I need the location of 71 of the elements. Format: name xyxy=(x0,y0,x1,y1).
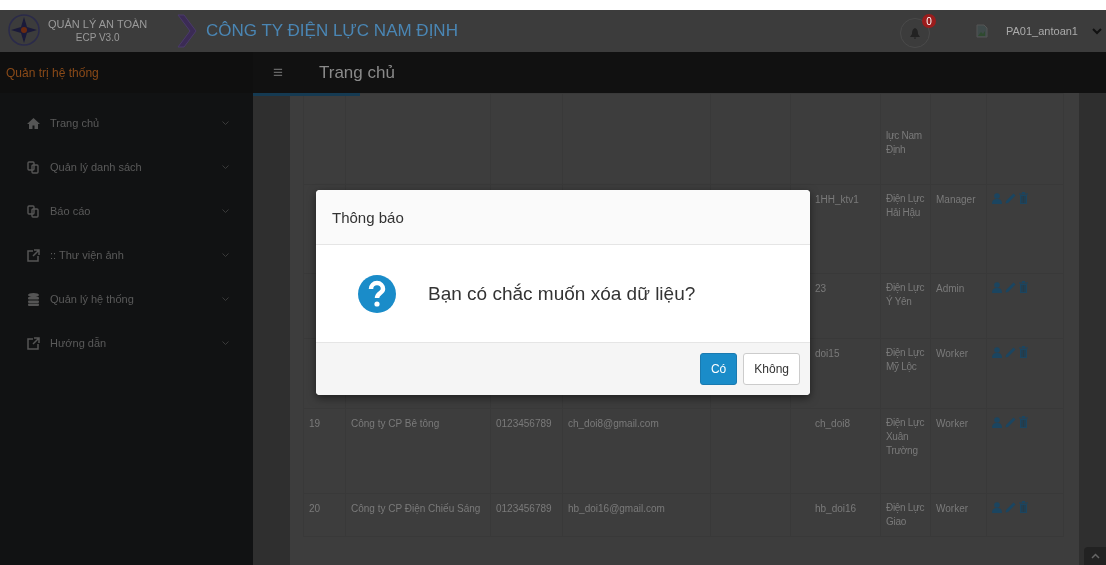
table-cell: Điện Lực Giao xyxy=(886,502,925,527)
edit-icon[interactable] xyxy=(1005,416,1016,428)
home-icon xyxy=(26,117,40,129)
chevron-icon xyxy=(176,13,198,49)
chevron-down-icon xyxy=(222,252,229,258)
user-icon[interactable] xyxy=(992,346,1002,358)
sidebar-item[interactable]: Quản lý danh sách xyxy=(0,145,253,189)
sidebar-item[interactable]: Quản lý hệ thống xyxy=(0,277,253,321)
user-icon[interactable] xyxy=(992,416,1002,428)
dialog-message: Bạn có chắc muốn xóa dữ liệu? xyxy=(428,282,696,305)
table-cell: hb_doi16 xyxy=(815,503,857,514)
dialog-title: Thông báo xyxy=(332,208,404,226)
user-icon[interactable] xyxy=(992,281,1002,293)
table-cell: 0123456789 xyxy=(496,418,552,429)
logo-icon xyxy=(6,13,42,49)
caret-icon[interactable] xyxy=(1092,27,1102,35)
user-icon[interactable] xyxy=(992,501,1002,513)
edit-icon[interactable] xyxy=(1005,501,1016,513)
edit-icon[interactable] xyxy=(1005,192,1016,204)
chevron-down-icon xyxy=(222,120,229,126)
app-version: ECP V3.0 xyxy=(75,31,120,44)
confirm-button[interactable]: Có xyxy=(699,353,738,385)
external-link-icon xyxy=(26,336,40,350)
chevron-down-icon xyxy=(222,164,229,170)
user-icon[interactable] xyxy=(992,192,1002,204)
table-cell: Worker xyxy=(936,418,969,429)
delete-icon[interactable] xyxy=(1019,501,1028,513)
page-title: Trang chủ xyxy=(318,62,395,83)
menu-toggle[interactable]: ≡ xyxy=(253,62,309,83)
username-label[interactable]: PA01_antoan1 xyxy=(1006,25,1078,37)
table-cell: Điện Lực Mỹ Lộc xyxy=(886,347,925,372)
company-title: CÔNG TY ĐIỆN LỰC NAM ĐỊNH xyxy=(206,21,458,41)
table-cell: Điện Lực Xuân Trường xyxy=(886,417,925,456)
table-cell: Điện Lực Hải Hậu xyxy=(886,193,925,218)
chevron-down-icon xyxy=(222,340,229,346)
scroll-top-button[interactable] xyxy=(1084,547,1106,565)
delete-icon[interactable] xyxy=(1019,281,1028,293)
sidebar-title: Quản trị hệ thống xyxy=(6,65,99,80)
table-cell: 23 xyxy=(815,283,827,294)
chevron-down-icon xyxy=(222,208,229,214)
edit-icon[interactable] xyxy=(1005,281,1016,293)
delete-icon[interactable] xyxy=(1019,346,1028,358)
bell-icon xyxy=(910,27,920,39)
table-cell: 0123456789 xyxy=(496,503,552,514)
table-cell: Manager xyxy=(936,194,976,205)
delete-icon[interactable] xyxy=(1019,416,1028,428)
table-cell: Worker xyxy=(936,503,969,514)
table-cell: doi15 xyxy=(815,348,840,359)
table-cell: ch_doi8 xyxy=(815,418,851,429)
question-icon xyxy=(358,274,396,313)
copy-icon xyxy=(27,204,39,218)
database-icon xyxy=(27,292,39,306)
table-cell: hb_doi16@gmail.com xyxy=(568,503,665,514)
cancel-button[interactable]: Không xyxy=(743,353,800,385)
sidebar-item[interactable]: Hướng dẫn xyxy=(0,321,253,365)
sidebar-item[interactable]: :: Thư viện ảnh xyxy=(0,233,253,277)
external-link-icon xyxy=(26,248,40,262)
sidebar-item[interactable]: Báo cáo xyxy=(0,189,253,233)
delete-icon[interactable] xyxy=(1019,192,1028,204)
edit-icon[interactable] xyxy=(1005,346,1016,358)
chevron-down-icon xyxy=(222,296,229,302)
notification-badge: 0 xyxy=(922,14,936,28)
table-cell: Admin xyxy=(936,283,965,294)
table-cell: Worker xyxy=(936,348,969,359)
table-cell: 1HH_ktv1 xyxy=(815,194,859,205)
sidebar-item[interactable]: Trang chủ xyxy=(0,101,253,145)
app-name: QUẢN LÝ AN TOÀN xyxy=(48,18,148,31)
chevron-up-icon xyxy=(1090,553,1100,559)
copy-icon xyxy=(27,160,39,174)
table-cell: ch_doi8@gmail.com xyxy=(568,418,659,429)
broken-image-icon xyxy=(976,24,988,38)
